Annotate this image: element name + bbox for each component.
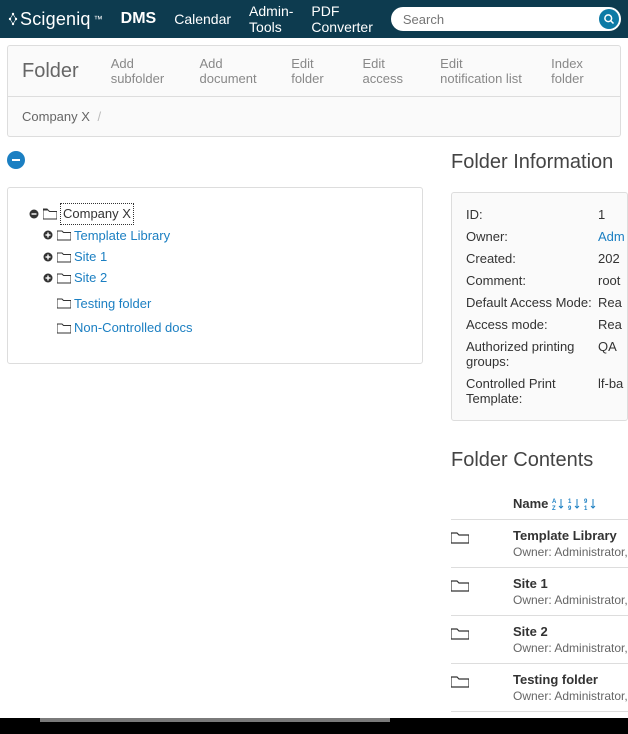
- expander-expand-icon[interactable]: [42, 272, 54, 284]
- info-value-am: Rea: [598, 317, 622, 332]
- info-label-created: Created:: [466, 251, 598, 266]
- action-edit-notification[interactable]: Edit notification list: [440, 56, 527, 86]
- expander-expand-icon[interactable]: [42, 251, 54, 263]
- content-item-title: Site 2: [513, 624, 628, 639]
- info-value-id: 1: [598, 207, 605, 222]
- content-item-title: Site 1: [513, 576, 628, 591]
- content-item-sub: Owner: Administrator, C: [513, 689, 628, 703]
- folder-contents-title: Folder Contents: [451, 449, 628, 472]
- tree-node[interactable]: Template Library: [74, 226, 170, 246]
- action-add-document[interactable]: Add document: [200, 56, 268, 86]
- folder-icon: [57, 322, 71, 334]
- folder-info-title: Folder Information: [451, 151, 628, 174]
- contents-header: Name AZ 19 91: [451, 490, 628, 520]
- bottom-strip-accent: [40, 718, 390, 722]
- info-value-cpt: lf-ba: [598, 376, 623, 406]
- trademark-symbol: ™: [94, 14, 103, 24]
- info-value-comment: root: [598, 273, 620, 288]
- nav-calendar[interactable]: Calendar: [174, 11, 231, 27]
- info-value-apg: QA: [598, 339, 617, 369]
- svg-text:9: 9: [584, 499, 588, 505]
- breadcrumb-separator: /: [98, 109, 102, 124]
- expander-collapse-icon[interactable]: [28, 208, 40, 220]
- content-item-sub: Owner: Administrator, C: [513, 641, 628, 655]
- content-row[interactable]: Testing folder Owner: Administrator, C: [451, 664, 628, 712]
- folder-tree-panel: Company X Template Library Si: [7, 187, 423, 364]
- info-label-owner: Owner:: [466, 229, 598, 244]
- name-column-header[interactable]: Name: [513, 496, 548, 511]
- folder-icon: [57, 297, 71, 309]
- info-label-id: ID:: [466, 207, 598, 222]
- folder-icon: [57, 272, 71, 284]
- svg-text:Z: Z: [552, 506, 556, 511]
- breadcrumb: Company X /: [22, 109, 105, 124]
- info-label-apg: Authorized printing groups:: [466, 339, 598, 369]
- info-label-am: Access mode:: [466, 317, 598, 332]
- expander-expand-icon[interactable]: [42, 229, 54, 241]
- nav-admin-tools[interactable]: Admin-Tools: [249, 3, 293, 35]
- svg-text:1: 1: [568, 499, 572, 505]
- main-area: Company X Template Library Si: [0, 137, 628, 712]
- info-label-dam: Default Access Mode:: [466, 295, 598, 310]
- info-value-owner[interactable]: Adm: [598, 229, 625, 244]
- folder-tree: Company X Template Library Si: [20, 203, 410, 338]
- folder-icon: [57, 229, 71, 241]
- folder-icon: [57, 251, 71, 263]
- action-edit-folder[interactable]: Edit folder: [291, 56, 338, 86]
- folder-info-panel: ID:1 Owner:Adm Created:202 Comment:root …: [451, 192, 628, 421]
- info-label-comment: Comment:: [466, 273, 598, 288]
- action-edit-access[interactable]: Edit access: [362, 56, 416, 86]
- svg-text:1: 1: [584, 506, 588, 511]
- toolbar: Folder Add subfolder Add document Edit f…: [7, 45, 621, 97]
- tree-node-root[interactable]: Company X: [60, 203, 134, 225]
- search-icon: [603, 13, 615, 25]
- top-navbar: Scigeniq ™ DMS Calendar Admin-Tools PDF …: [0, 0, 628, 38]
- sort-numeric-asc-icon[interactable]: 19: [568, 497, 580, 511]
- action-index-folder[interactable]: Index folder: [551, 56, 606, 86]
- tree-node[interactable]: Site 1: [74, 247, 107, 267]
- info-value-created: 202: [598, 251, 620, 266]
- breadcrumb-item[interactable]: Company X: [22, 109, 90, 124]
- folder-icon: [451, 674, 469, 688]
- bottom-strip: [0, 718, 628, 734]
- nav-dms[interactable]: DMS: [121, 10, 157, 28]
- tree-node[interactable]: Site 2: [74, 268, 107, 288]
- action-add-subfolder[interactable]: Add subfolder: [111, 56, 176, 86]
- breadcrumb-bar: Company X /: [7, 97, 621, 137]
- folder-icon: [451, 626, 469, 640]
- info-value-dam: Rea: [598, 295, 622, 310]
- search-wrap: [391, 7, 621, 31]
- content-row[interactable]: Site 1 Owner: Administrator, C: [451, 568, 628, 616]
- brand-icon: [8, 11, 18, 27]
- minus-icon: [11, 155, 21, 165]
- search-input[interactable]: [391, 7, 621, 31]
- content-item-title: Template Library: [513, 528, 628, 543]
- svg-text:A: A: [552, 499, 557, 505]
- folder-icon: [451, 530, 469, 544]
- info-label-cpt: Controlled Print Template:: [466, 376, 598, 406]
- folder-icon: [451, 578, 469, 592]
- collapse-all-button[interactable]: [7, 151, 25, 169]
- svg-text:9: 9: [568, 506, 572, 511]
- folder-icon: [43, 208, 57, 220]
- tree-node[interactable]: Non-Controlled docs: [74, 318, 193, 338]
- sort-numeric-desc-icon[interactable]: 91: [584, 497, 596, 511]
- toolbar-title: Folder: [22, 60, 79, 83]
- content-item-title: Testing folder: [513, 672, 628, 687]
- search-button[interactable]: [599, 9, 619, 29]
- sort-alpha-icon[interactable]: AZ: [552, 497, 564, 511]
- content-item-sub: Owner: Administrator, C: [513, 593, 628, 607]
- tree-node[interactable]: Testing folder: [74, 294, 151, 314]
- content-item-sub: Owner: Administrator, C: [513, 545, 628, 559]
- brand-text: Scigeniq: [20, 9, 91, 30]
- content-row[interactable]: Site 2 Owner: Administrator, C: [451, 616, 628, 664]
- brand: Scigeniq ™: [8, 9, 103, 30]
- content-row[interactable]: Template Library Owner: Administrator, C: [451, 520, 628, 568]
- nav-pdf-converter[interactable]: PDF Converter: [311, 3, 372, 35]
